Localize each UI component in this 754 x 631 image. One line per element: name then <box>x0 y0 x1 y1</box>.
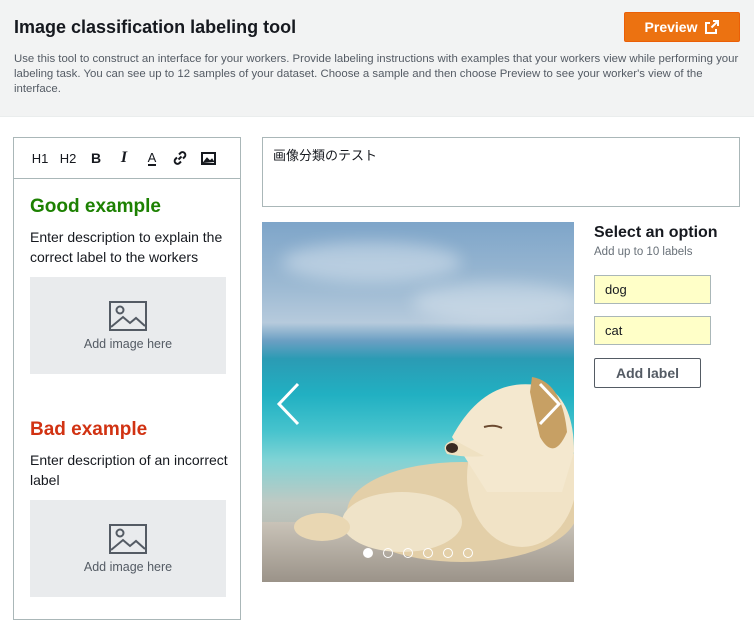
label-input-dog[interactable]: dog <box>594 275 711 304</box>
carousel-dot[interactable] <box>423 548 433 558</box>
good-example-image-dropzone[interactable]: Add image here <box>30 277 226 374</box>
next-arrow-icon[interactable] <box>534 382 564 426</box>
dog-photo <box>294 377 574 562</box>
previous-arrow-icon[interactable] <box>274 382 304 426</box>
carousel-dot[interactable] <box>383 548 393 558</box>
good-example-heading: Good example <box>30 196 161 217</box>
heading2-button[interactable]: H2 <box>54 144 82 172</box>
italic-button[interactable]: I <box>110 144 138 172</box>
insert-image-icon[interactable] <box>194 144 222 172</box>
carousel-dot[interactable] <box>403 548 413 558</box>
bold-button[interactable]: B <box>82 144 110 172</box>
preview-button[interactable]: Preview <box>624 12 740 42</box>
instructions-editor: H1 H2 B I A Good example Enter descripti… <box>13 137 241 620</box>
bad-example-heading: Bad example <box>30 419 148 440</box>
bad-image-placeholder-label: Add image here <box>83 559 173 574</box>
sample-image-carousel <box>262 222 574 582</box>
bad-example-description[interactable]: Enter description of an incorrect label <box>30 450 230 490</box>
question-input[interactable]: 画像分類のテスト <box>262 137 740 207</box>
label-input-cat[interactable]: cat <box>594 316 711 345</box>
good-image-placeholder-label: Add image here <box>83 336 173 351</box>
image-placeholder-icon <box>109 523 147 554</box>
carousel-dot[interactable] <box>363 548 373 558</box>
carousel-dot[interactable] <box>443 548 453 558</box>
link-icon[interactable] <box>166 144 194 172</box>
bad-example-image-dropzone[interactable]: Add image here <box>30 500 226 597</box>
image-placeholder-icon <box>109 300 147 331</box>
page-title: Image classification labeling tool <box>14 17 297 37</box>
options-title: Select an option <box>594 224 718 241</box>
carousel-pagination <box>262 548 574 558</box>
header-description: Use this tool to construct an interface … <box>14 53 739 95</box>
carousel-dot[interactable] <box>463 548 473 558</box>
editor-toolbar: H1 H2 B I A <box>14 138 240 179</box>
external-link-icon <box>705 20 720 34</box>
header: Image classification labeling tool Previ… <box>0 0 754 117</box>
preview-button-label: Preview <box>644 19 698 35</box>
add-label-button[interactable]: Add label <box>594 358 701 388</box>
text-color-button[interactable]: A <box>138 144 166 172</box>
good-example-description[interactable]: Enter description to explain the correct… <box>30 227 230 267</box>
heading1-button[interactable]: H1 <box>26 144 54 172</box>
options-subtitle: Add up to 10 labels <box>594 246 693 258</box>
